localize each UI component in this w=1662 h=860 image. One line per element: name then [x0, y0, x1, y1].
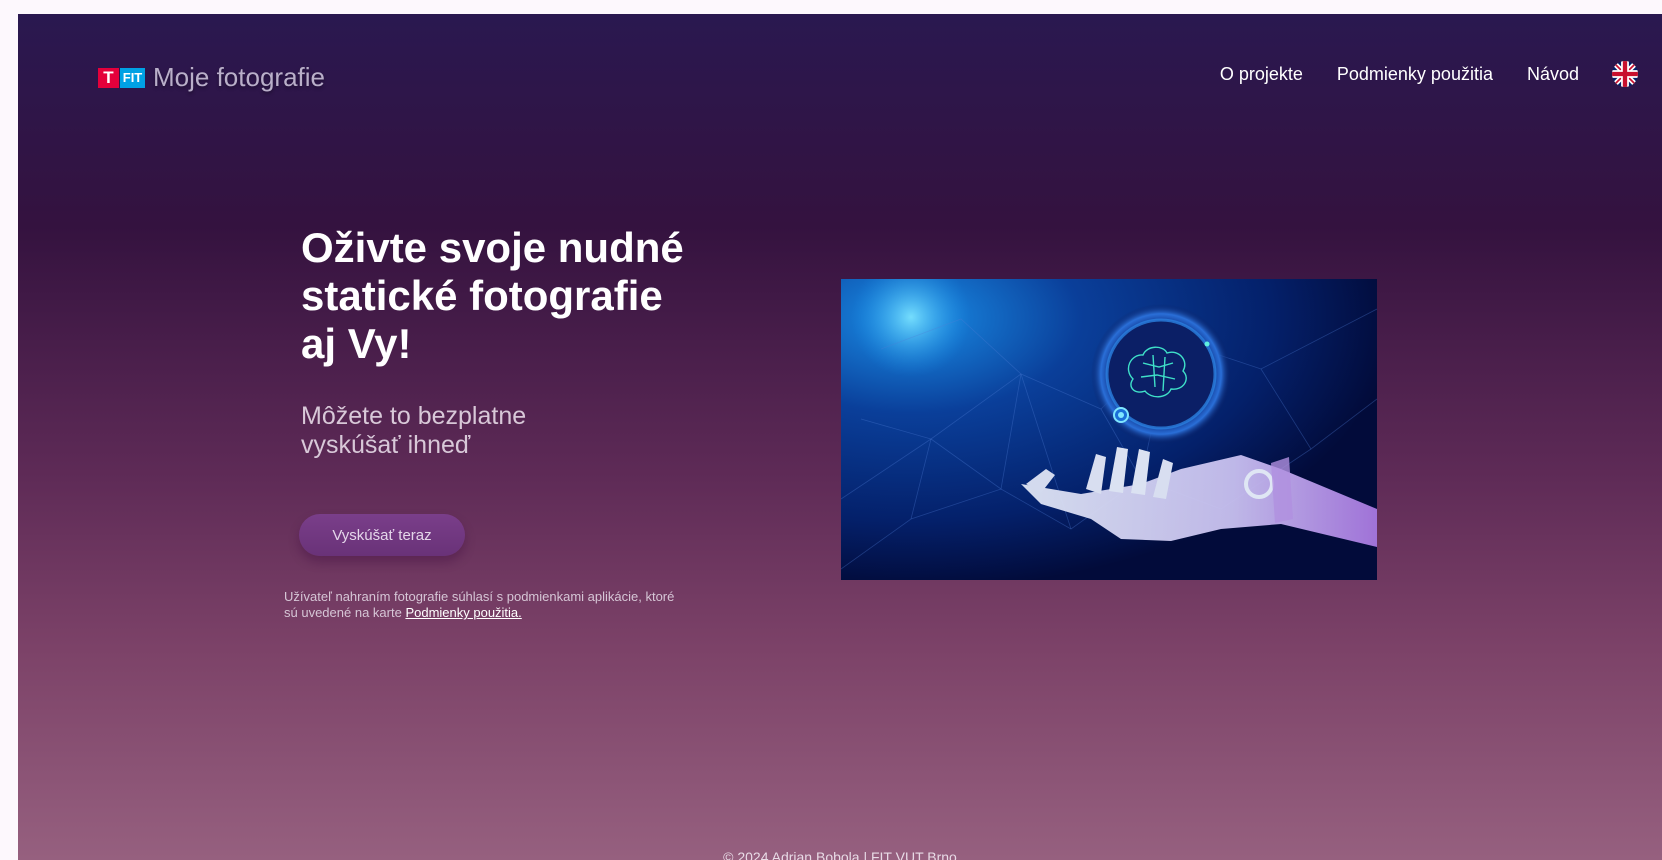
ai-robot-hand-image	[840, 257, 1378, 580]
nav-link-guide[interactable]: Návod	[1527, 64, 1579, 85]
uk-flag-icon[interactable]	[1612, 61, 1638, 87]
hero-title: Oživte svoje nudné statické fotografie a…	[301, 224, 684, 367]
logo-mark-text: FIT	[120, 67, 145, 88]
nav-link-terms[interactable]: Podmienky použitia	[1337, 64, 1493, 85]
site-title: Moje fotografie	[153, 62, 325, 92]
hero-subtitle: Môžete to bezplatne vyskúšať ihneď	[301, 402, 527, 459]
nav-link-about[interactable]: O projekte	[1220, 64, 1303, 85]
main-nav: O projekte Podmienky použitia Návod	[1220, 61, 1638, 87]
fit-logo-icon: T FIT	[98, 67, 145, 88]
logo-mark-letter: T	[98, 67, 119, 88]
try-now-button[interactable]: Vyskúšať teraz	[299, 514, 465, 556]
terms-link[interactable]: Podmienky použitia.	[405, 605, 521, 620]
header: T FIT Moje fotografie O projekte Podmien…	[18, 14, 1662, 134]
page-background: T FIT Moje fotografie O projekte Podmien…	[18, 14, 1662, 860]
footer: © 2024 Adrian Bobola | FIT VUT Brno	[723, 849, 957, 860]
consent-notice: Užívateľ nahraním fotografie súhlasí s p…	[284, 589, 684, 621]
logo-link[interactable]: T FIT Moje fotografie	[98, 62, 325, 93]
